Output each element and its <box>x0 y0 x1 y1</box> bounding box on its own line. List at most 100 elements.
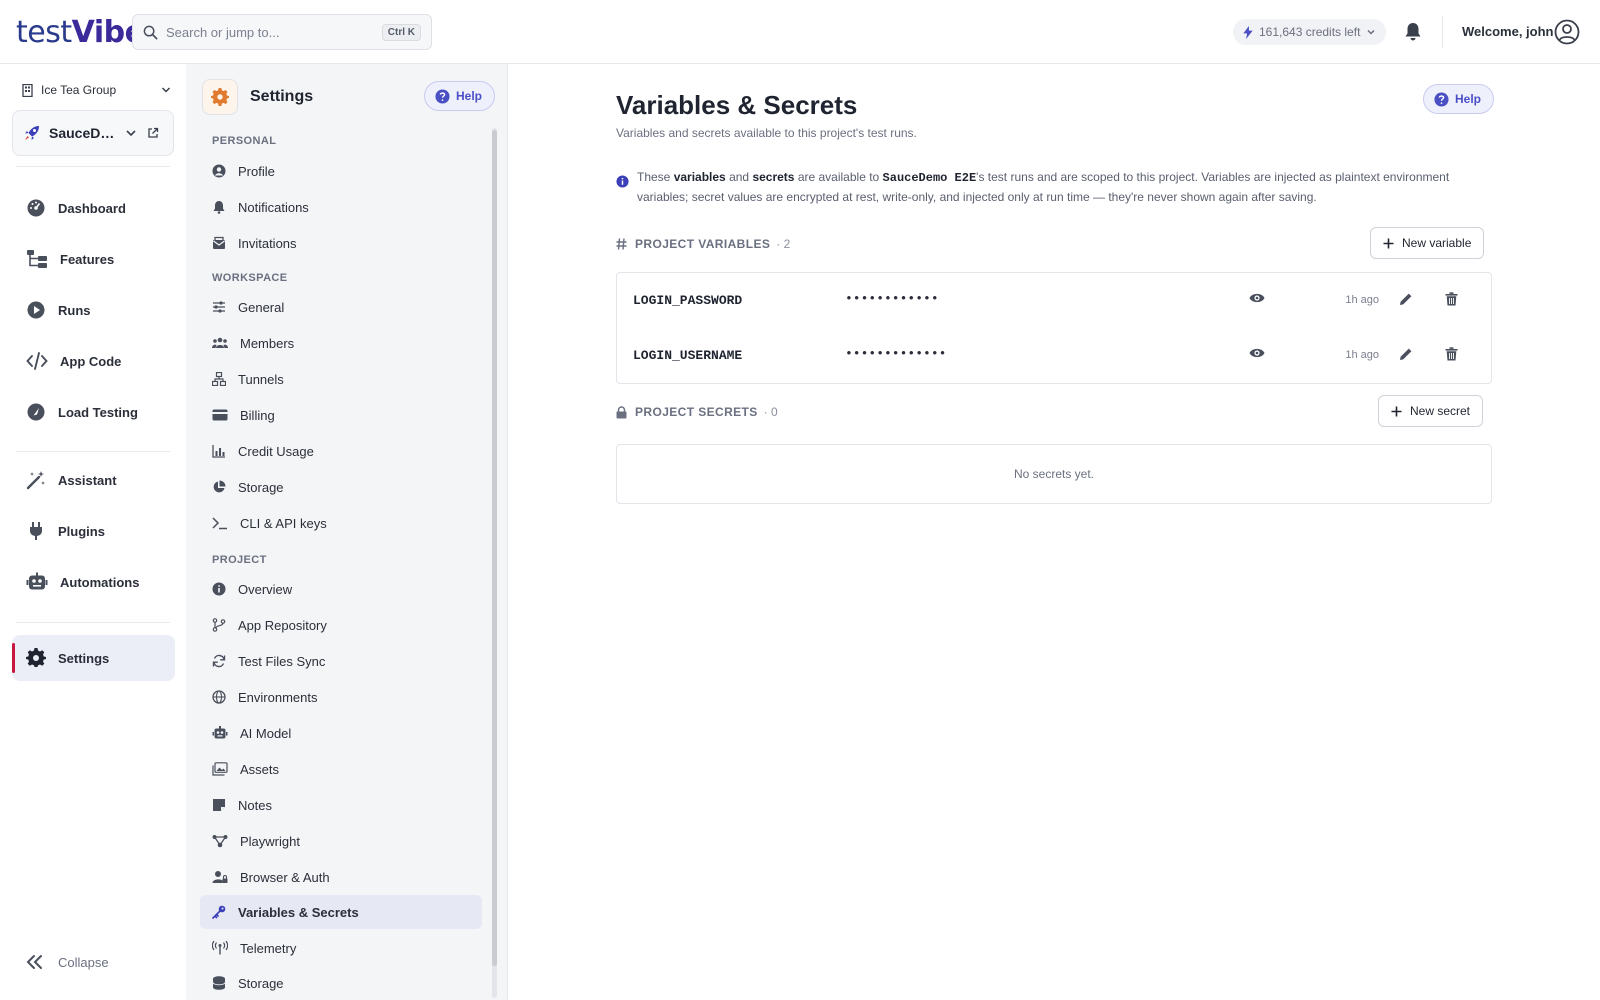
settings-item-variables-secrets[interactable]: Variables & Secrets <box>200 895 482 929</box>
new-variable-button[interactable]: New variable <box>1370 227 1485 259</box>
sliders-icon <box>212 300 226 314</box>
settings-item-label: Assets <box>240 761 280 777</box>
eye-icon[interactable] <box>1249 292 1265 304</box>
info-variables-term: variables <box>673 170 726 184</box>
plus-icon <box>1383 238 1394 249</box>
user-lock-icon <box>212 870 228 884</box>
settings-item-label: Telemetry <box>240 940 297 956</box>
variable-name: LOGIN_USERNAME <box>633 348 743 363</box>
nav-label: Load Testing <box>58 404 138 420</box>
page-help-button[interactable]: Help <box>1423 84 1495 114</box>
left-navigation: Ice Tea Group SauceDemo E2E Dashboard Fe… <box>0 64 186 1000</box>
database-icon <box>212 976 226 990</box>
gear-icon <box>26 648 46 668</box>
settings-item-storage-project[interactable]: Storage <box>200 966 482 1000</box>
nav-item-settings[interactable]: Settings <box>12 635 175 681</box>
settings-item-browser-auth[interactable]: Browser & Auth <box>200 860 482 894</box>
nav-item-dashboard[interactable]: Dashboard <box>12 185 175 231</box>
info-circle-icon <box>212 582 226 596</box>
project-switcher[interactable]: SauceDemo E2E <box>12 110 174 156</box>
settings-item-label: Storage <box>238 975 284 991</box>
search-input[interactable] <box>166 24 366 40</box>
settings-item-storage[interactable]: Storage <box>200 470 482 504</box>
nav-divider <box>16 451 170 452</box>
info-text: These variables and secrets are availabl… <box>637 168 1486 207</box>
settings-item-billing[interactable]: Billing <box>200 398 482 432</box>
code-icon <box>26 351 48 371</box>
sync-icon <box>212 654 226 668</box>
settings-item-label: CLI & API keys <box>240 515 327 531</box>
eye-icon[interactable] <box>1249 347 1265 359</box>
settings-item-label: Notes <box>238 797 272 813</box>
settings-item-invitations[interactable]: Invitations <box>200 226 482 260</box>
nav-label: Settings <box>58 650 110 666</box>
settings-scrollbar-thumb[interactable] <box>492 130 497 966</box>
settings-item-app-repository[interactable]: App Repository <box>200 608 482 642</box>
external-link-icon[interactable] <box>147 127 159 139</box>
play-circle-icon <box>26 300 46 320</box>
section-label-personal: PERSONAL <box>212 135 277 147</box>
settings-item-label: Overview <box>238 581 293 597</box>
org-name: Ice Tea Group <box>41 83 117 97</box>
user-avatar-icon[interactable] <box>1554 19 1580 45</box>
settings-item-label: Playwright <box>240 833 300 849</box>
nav-item-features[interactable]: Features <box>12 236 175 282</box>
plus-icon <box>1391 406 1402 417</box>
settings-item-notes[interactable]: Notes <box>200 788 482 822</box>
welcome-text[interactable]: Welcome, john <box>1462 24 1554 39</box>
notifications-bell-icon[interactable] <box>1404 22 1422 42</box>
settings-item-telemetry[interactable]: Telemetry <box>200 931 482 965</box>
collapse-label: Collapse <box>58 954 109 970</box>
project-variables-header: PROJECT VARIABLES · 2 <box>616 237 790 251</box>
topbar-divider <box>1442 16 1443 48</box>
settings-item-test-files-sync[interactable]: Test Files Sync <box>200 644 482 678</box>
secrets-empty-state: No secrets yet. <box>616 444 1492 504</box>
global-search[interactable]: Ctrl K <box>132 14 432 50</box>
nav-label: Assistant <box>58 472 117 488</box>
settings-item-label: Profile <box>238 163 275 179</box>
nav-item-plugins[interactable]: Plugins <box>12 508 175 554</box>
info-text-part: and <box>725 170 753 184</box>
collapse-sidebar-button[interactable]: Collapse <box>26 954 109 970</box>
settings-header: Settings <box>202 79 313 115</box>
help-label: Help <box>1455 92 1482 106</box>
top-bar: test Vibe Ctrl K 161,643 credits left We… <box>0 0 1600 64</box>
nav-label: Dashboard <box>58 200 126 216</box>
settings-item-tunnels[interactable]: Tunnels <box>200 362 482 396</box>
credits-dropdown[interactable]: 161,643 credits left <box>1233 19 1387 45</box>
settings-item-notifications[interactable]: Notifications <box>200 190 482 224</box>
chevron-down-icon <box>1366 27 1376 37</box>
trash-icon[interactable] <box>1445 347 1458 361</box>
settings-item-members[interactable]: Members <box>200 326 482 360</box>
nav-item-automations[interactable]: Automations <box>12 559 175 605</box>
chevron-down-icon[interactable] <box>125 127 137 139</box>
new-secret-button[interactable]: New secret <box>1378 395 1484 427</box>
nav-item-runs[interactable]: Runs <box>12 287 175 333</box>
org-switcher[interactable]: Ice Tea Group <box>22 80 172 100</box>
nav-item-app-code[interactable]: App Code <box>12 338 175 384</box>
settings-item-ai-model[interactable]: AI Model <box>200 716 482 750</box>
nav-item-load-testing[interactable]: Load Testing <box>12 389 175 435</box>
settings-item-label: Credit Usage <box>238 443 314 459</box>
settings-gear-icon <box>202 79 238 115</box>
table-row: LOGIN_PASSWORD •••••••••••• 1h ago <box>617 273 1491 328</box>
settings-item-playwright[interactable]: Playwright <box>200 824 482 858</box>
button-label: New variable <box>1402 236 1472 250</box>
nav-item-assistant[interactable]: Assistant <box>12 457 175 503</box>
settings-item-environments[interactable]: Environments <box>200 680 482 714</box>
settings-item-overview[interactable]: Overview <box>200 572 482 606</box>
trash-icon[interactable] <box>1445 292 1458 306</box>
button-label: New secret <box>1410 404 1471 418</box>
pencil-icon[interactable] <box>1399 347 1413 361</box>
testvibe-logo[interactable]: test Vibe <box>16 14 145 50</box>
settings-item-general[interactable]: General <box>200 290 482 324</box>
settings-item-assets[interactable]: Assets <box>200 752 482 786</box>
info-secrets-term: secrets <box>752 170 795 184</box>
settings-item-cli-api-keys[interactable]: CLI & API keys <box>200 506 482 540</box>
pie-chart-icon <box>212 480 226 494</box>
variable-name: LOGIN_PASSWORD <box>633 293 743 308</box>
pencil-icon[interactable] <box>1399 292 1413 306</box>
settings-item-credit-usage[interactable]: Credit Usage <box>200 434 482 468</box>
settings-item-profile[interactable]: Profile <box>200 154 482 188</box>
settings-help-button[interactable]: Help <box>424 81 496 111</box>
